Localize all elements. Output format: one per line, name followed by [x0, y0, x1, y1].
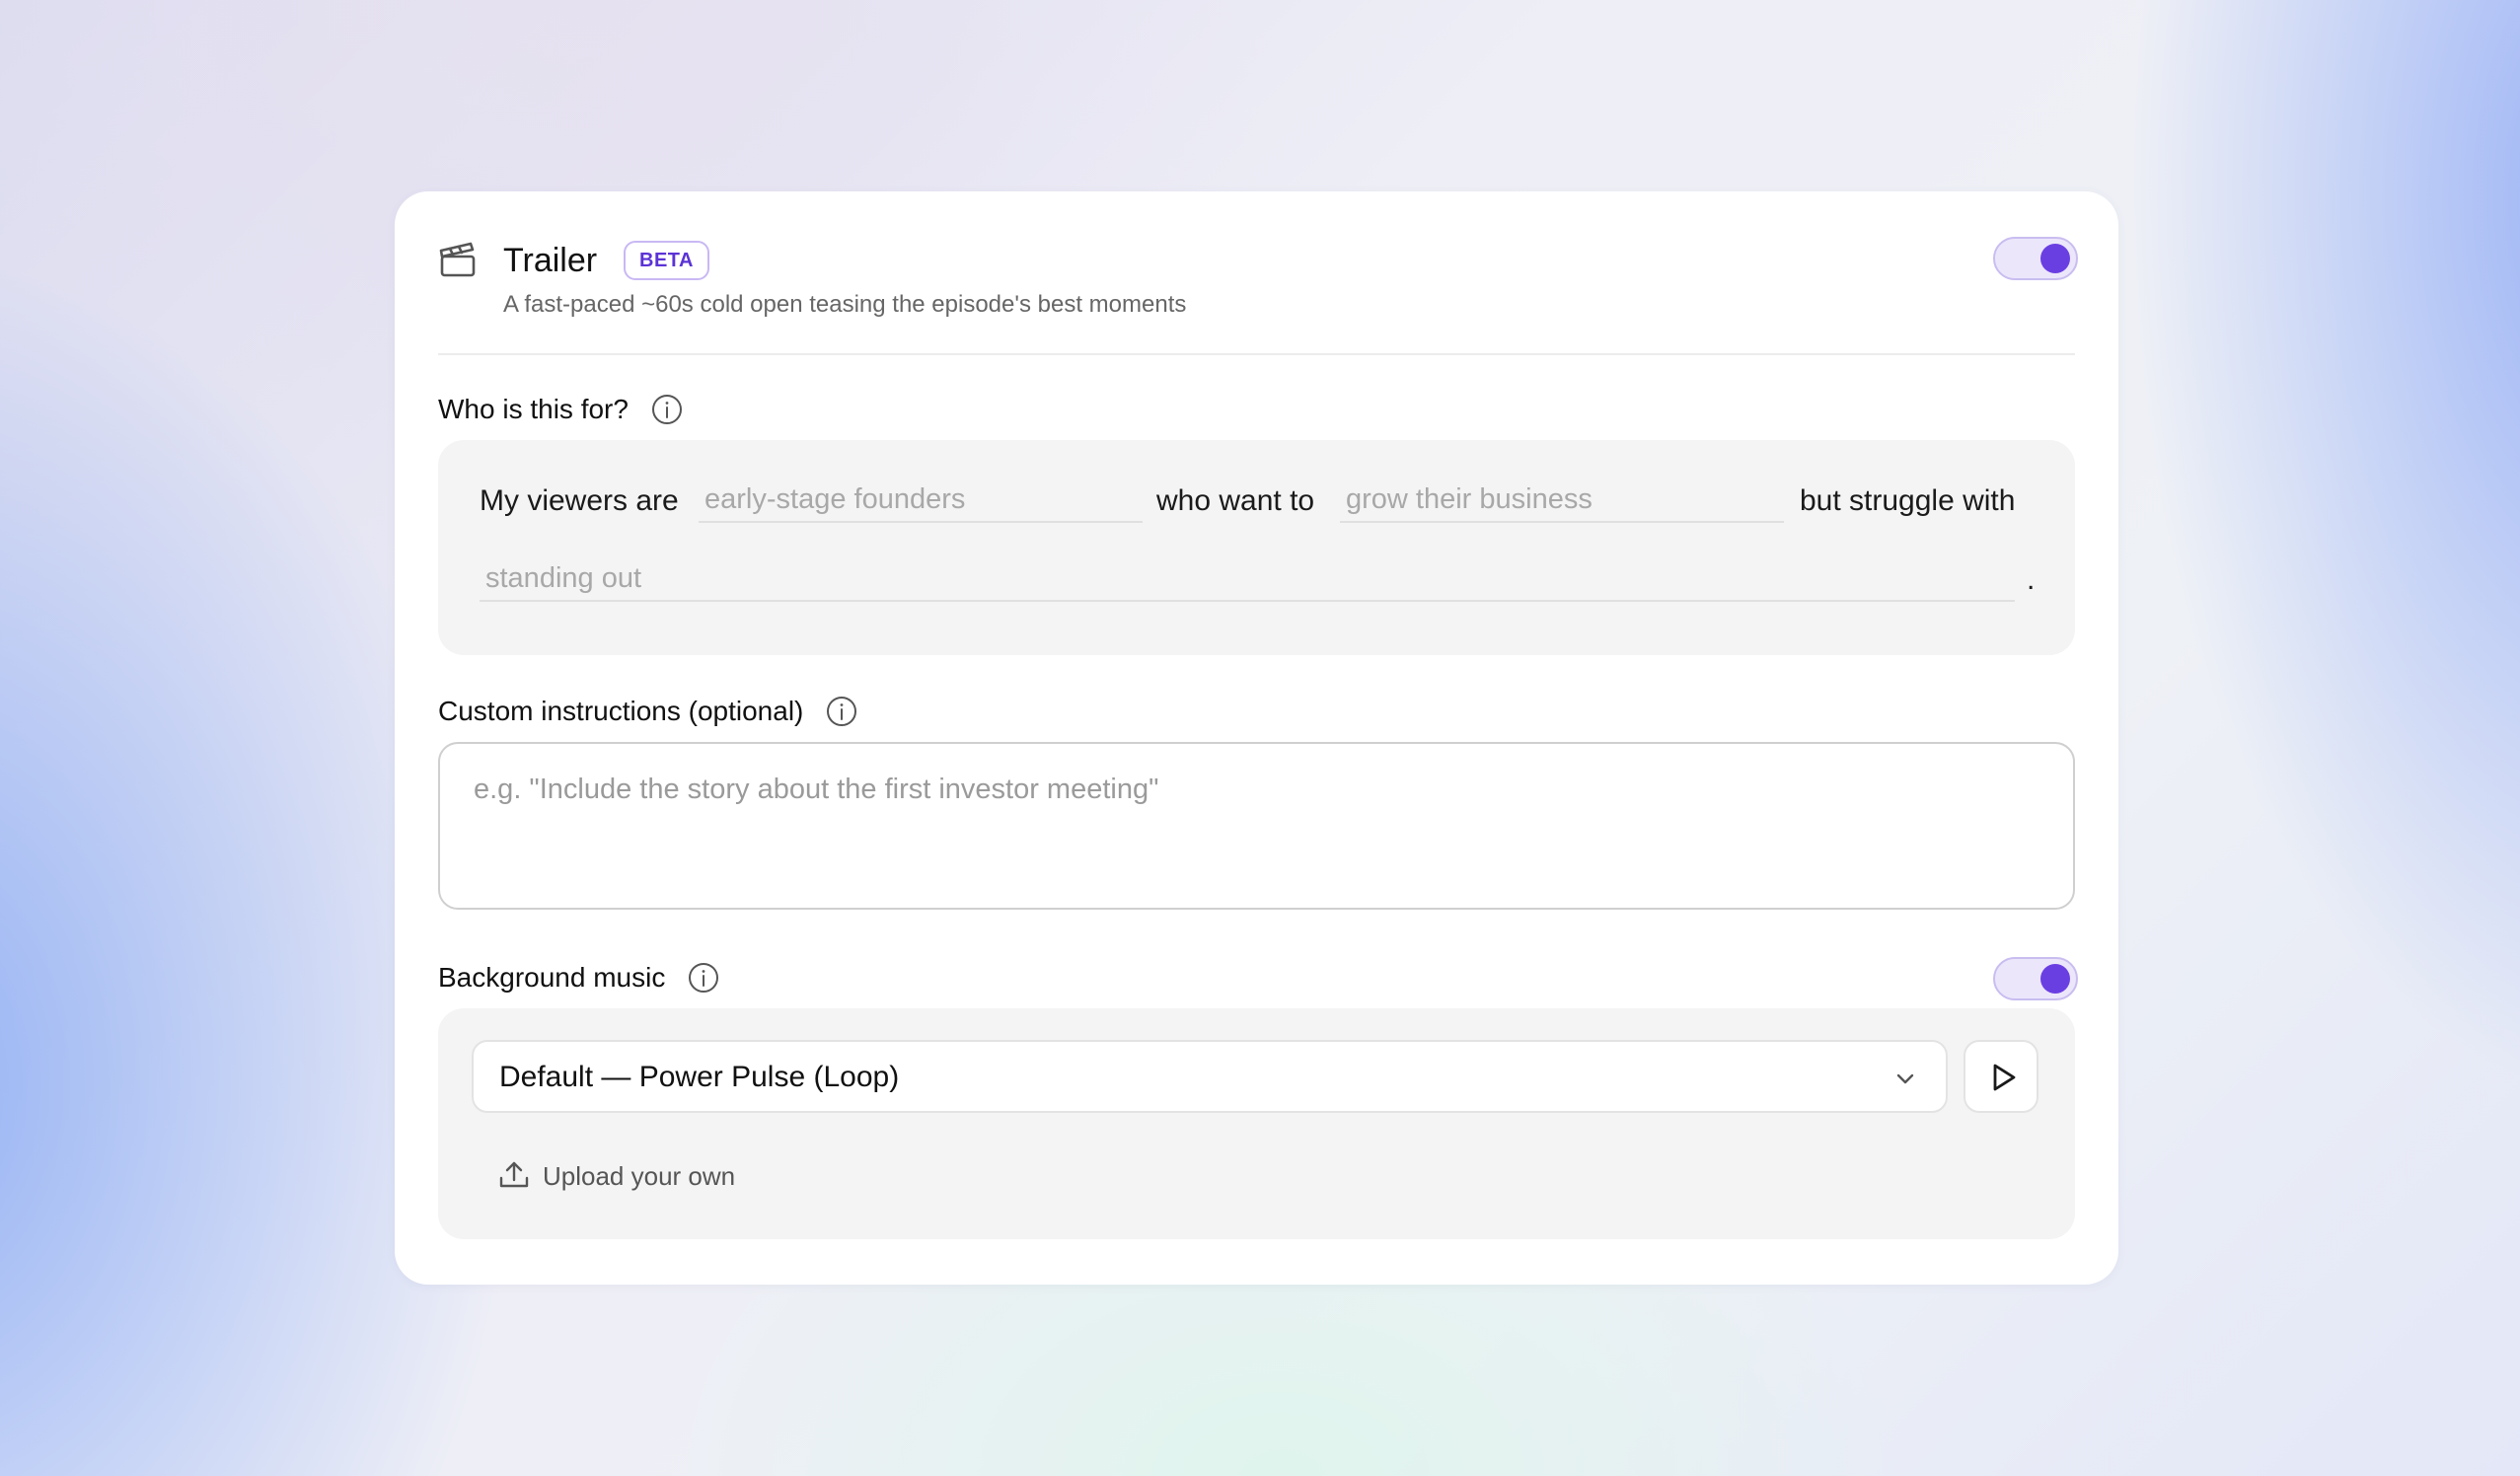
trailer-subtitle: A fast-paced ~60s cold open teasing the … — [503, 291, 1187, 318]
music-label-row: Background music — [438, 961, 720, 996]
play-icon — [1993, 1064, 2016, 1091]
toggle-knob — [2040, 964, 2070, 994]
toggle-knob — [2040, 244, 2070, 273]
music-label: Background music — [438, 962, 666, 993]
struggle-input[interactable] — [480, 556, 2015, 602]
audience-label: Who is this for? — [438, 394, 629, 424]
info-icon[interactable] — [825, 695, 858, 728]
play-preview-button[interactable] — [1964, 1040, 2038, 1113]
music-box: Default — Power Pulse (Loop) Upload your… — [438, 1008, 2075, 1239]
viewers-input[interactable] — [699, 478, 1143, 523]
trailer-title: Trailer — [503, 242, 598, 279]
sentence-struggle: but struggle with — [1800, 484, 2016, 517]
header-divider — [438, 353, 2075, 355]
instructions-label-row: Custom instructions (optional) — [438, 695, 858, 730]
custom-instructions-textarea[interactable] — [438, 742, 2075, 910]
instructions-label: Custom instructions (optional) — [438, 696, 804, 726]
sentence-middle: who want to — [1156, 484, 1315, 517]
info-icon[interactable] — [650, 393, 684, 426]
upload-icon — [499, 1161, 529, 1188]
info-icon[interactable] — [687, 961, 720, 995]
clapperboard-icon — [439, 242, 476, 277]
music-select-value: Default — Power Pulse (Loop) — [499, 1061, 900, 1093]
sentence-period: . — [2027, 563, 2036, 596]
beta-badge: BETA — [624, 241, 709, 280]
chevron-down-icon — [1896, 1073, 1914, 1084]
sentence-prefix: My viewers are — [480, 484, 679, 517]
upload-own-label: Upload your own — [543, 1161, 736, 1191]
trailer-header: Trailer BETA A fast-paced ~60s cold open… — [438, 239, 2075, 349]
trailer-toggle[interactable] — [1993, 237, 2078, 280]
goal-input[interactable] — [1340, 478, 1784, 523]
music-select[interactable]: Default — Power Pulse (Loop) — [472, 1040, 1948, 1113]
trailer-settings-card: Trailer BETA A fast-paced ~60s cold open… — [395, 191, 2118, 1285]
music-toggle[interactable] — [1993, 957, 2078, 1000]
audience-label-row: Who is this for? — [438, 393, 684, 428]
audience-sentence-box: My viewers are who want to but struggle … — [438, 440, 2075, 655]
